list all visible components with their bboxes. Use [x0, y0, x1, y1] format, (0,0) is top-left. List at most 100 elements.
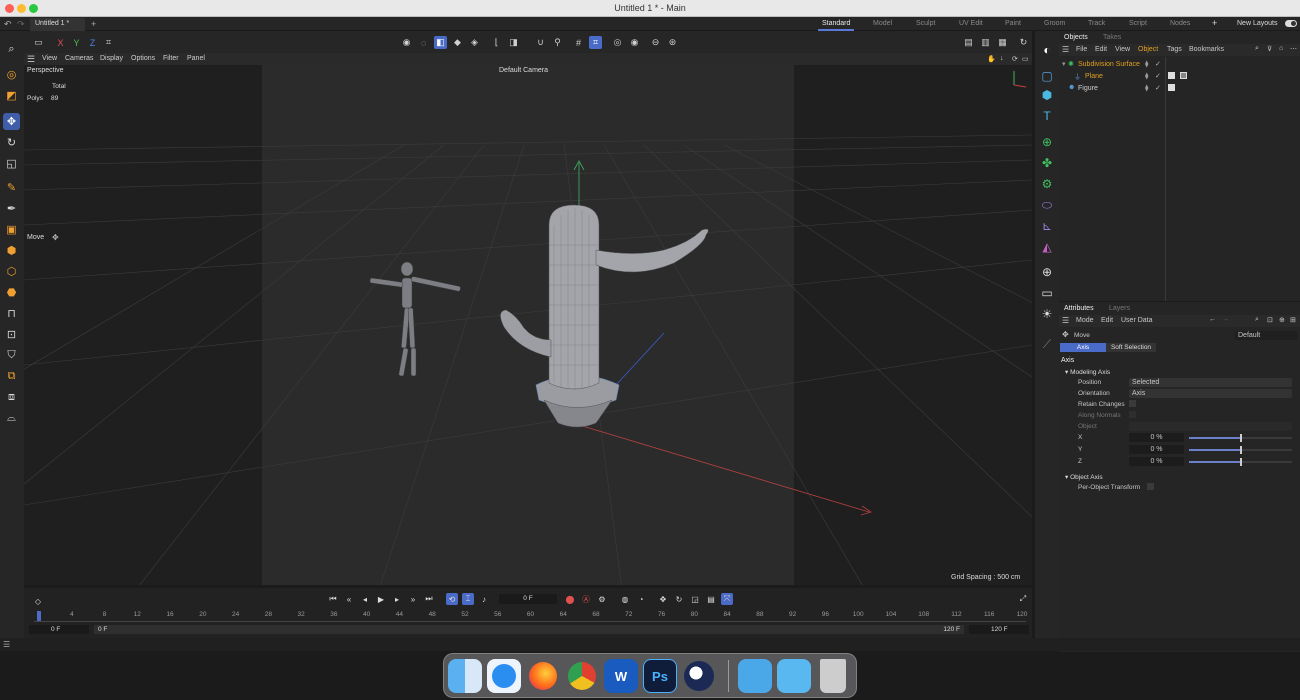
modeling-axis-group[interactable]: ▾ Modeling Axis	[1065, 368, 1110, 376]
bridge-icon[interactable]: ⊓	[3, 305, 20, 322]
layout-tab-script[interactable]: Script	[1129, 20, 1147, 27]
orbit-icon[interactable]: ⟳	[1012, 55, 1018, 63]
forward-arrow-icon[interactable]: →	[1222, 316, 1229, 323]
attributes-hamburger-icon[interactable]: ☰	[1062, 316, 1069, 325]
z-slider-handle[interactable]	[1240, 458, 1242, 466]
loop-icon[interactable]: ⟲	[446, 593, 458, 605]
keyframe-settings-icon[interactable]: ⚙	[596, 593, 608, 605]
z-slider[interactable]	[1189, 458, 1292, 466]
workplane-icon[interactable]: ◎	[611, 36, 624, 49]
enabled-check-icon[interactable]: ✓	[1155, 72, 1161, 80]
cube-icon[interactable]: ⬢	[3, 242, 20, 259]
sound-icon[interactable]: ♪	[478, 593, 490, 605]
grid-snap-icon[interactable]: #	[572, 36, 585, 49]
objects-search-icon[interactable]: ⌕	[1255, 45, 1259, 53]
document-tab[interactable]: Untitled 1 *	[30, 18, 85, 31]
attributes-new-icon[interactable]: ⊕	[1279, 316, 1285, 324]
chrome-icon[interactable]	[565, 659, 599, 693]
add-tab-button[interactable]: +	[91, 19, 96, 29]
position-dropdown[interactable]: Selected	[1129, 378, 1292, 387]
key-rotation-icon[interactable]: ◔	[635, 593, 647, 605]
object-name[interactable]: Plane	[1085, 73, 1103, 80]
camera-icon[interactable]: ▭	[1038, 284, 1056, 302]
menu-view[interactable]: View	[42, 55, 57, 62]
attributes-menu-user-data[interactable]: User Data	[1121, 317, 1153, 324]
tab-takes[interactable]: Takes	[1103, 34, 1121, 41]
gear-icon[interactable]: ⚙	[1038, 175, 1056, 193]
selection-tool-icon[interactable]: ◩	[3, 87, 20, 104]
iron-icon[interactable]: ⌓	[3, 410, 20, 427]
objects-menu-bookmarks[interactable]: Bookmarks	[1189, 46, 1224, 53]
y-value-field[interactable]: 0 %	[1129, 445, 1184, 454]
menu-options[interactable]: Options	[131, 55, 155, 62]
cube-primitive-icon[interactable]: ▢	[1038, 67, 1056, 85]
current-frame-field[interactable]: 0 F	[499, 594, 557, 604]
extrude-icon[interactable]: ⊡	[3, 326, 20, 343]
preset-dropdown[interactable]: Default	[1235, 331, 1297, 340]
phong-tag-icon[interactable]	[1168, 72, 1175, 79]
new-layouts-button[interactable]: New Layouts	[1237, 20, 1277, 27]
x-value-field[interactable]: 0 %	[1129, 433, 1184, 442]
tab-objects[interactable]: Objects	[1064, 34, 1088, 41]
play-icon[interactable]: ▶	[375, 593, 387, 605]
rotate-tool-icon[interactable]: ↻	[3, 134, 20, 151]
layout-tab-track[interactable]: Track	[1088, 20, 1105, 27]
range-slider[interactable]: 0 F 120 F	[94, 625, 964, 634]
objects-hamburger-icon[interactable]: ☰	[1062, 45, 1069, 54]
pen-icon[interactable]: ✒	[3, 200, 20, 217]
key-pla-icon[interactable]: ◲	[689, 593, 701, 605]
back-arrow-icon[interactable]: ←	[1209, 316, 1216, 323]
layout-tab-groom[interactable]: Groom	[1044, 20, 1065, 27]
viewport-layout-icon[interactable]: ▭	[32, 36, 45, 49]
objects-home-icon[interactable]: ⌂	[1279, 45, 1283, 52]
live-select-icon[interactable]: ◐	[1038, 41, 1056, 59]
brush-icon[interactable]: ✎	[3, 179, 20, 196]
visibility-icon[interactable]: ⧫	[1145, 84, 1148, 92]
go-to-end-icon[interactable]: ⏭	[423, 593, 435, 605]
layout-tab-standard[interactable]: Standard	[822, 20, 850, 27]
attributes-menu-mode[interactable]: Mode	[1076, 317, 1094, 324]
edges-mode-icon[interactable]: ◧	[434, 36, 447, 49]
menu-cameras[interactable]: Cameras	[65, 55, 93, 62]
layout-toggle[interactable]	[1285, 20, 1297, 27]
next-frame-icon[interactable]: ▸	[391, 593, 403, 605]
generator-icon[interactable]: ⊕	[1038, 133, 1056, 151]
layout-tab-nodes[interactable]: Nodes	[1170, 20, 1190, 27]
keyframe-icon[interactable]: ◇	[32, 595, 44, 607]
objects-more-icon[interactable]: ⋯	[1290, 45, 1297, 53]
lock-workplane-icon[interactable]: ◉	[628, 36, 641, 49]
folder-icon[interactable]	[777, 659, 811, 693]
per-object-checkbox[interactable]	[1147, 483, 1154, 490]
snap-icon[interactable]: ⌗	[589, 36, 602, 49]
y-slider-handle[interactable]	[1240, 446, 1242, 454]
object-name[interactable]: Figure	[1078, 85, 1098, 92]
deformer-icon[interactable]: ⬭	[1038, 196, 1056, 214]
render-picture-icon[interactable]: ▥	[979, 36, 992, 49]
object-row-subdivision[interactable]: ▾ ✺ Subdivision Surface ⧫ ✓	[1059, 59, 1300, 70]
objects-menu-file[interactable]: File	[1076, 46, 1087, 53]
dolly-icon[interactable]: ↓	[1000, 55, 1004, 62]
magnet-icon[interactable]: ∪	[534, 36, 547, 49]
bend-icon[interactable]: ⊾	[1038, 217, 1056, 235]
texture-icon[interactable]: ⧉	[3, 368, 20, 385]
range-start-field[interactable]: 0 F	[29, 625, 89, 634]
x-slider[interactable]	[1189, 434, 1292, 442]
box-icon[interactable]: ⬢	[1038, 86, 1056, 104]
enabled-check-icon[interactable]: ✓	[1155, 84, 1161, 92]
environment-icon[interactable]: ⊕	[1038, 263, 1056, 281]
photoshop-icon[interactable]: Ps	[643, 659, 677, 693]
clapper-icon[interactable]: ▤	[962, 36, 975, 49]
layout-tab-model[interactable]: Model	[873, 20, 892, 27]
solo-mode-icon[interactable]: ◨	[507, 36, 520, 49]
object-axis-group[interactable]: ▾ Object Axis	[1065, 473, 1103, 481]
firefox-icon[interactable]	[526, 659, 560, 693]
menu-display[interactable]: Display	[100, 55, 123, 62]
objects-menu-tags[interactable]: Tags	[1167, 46, 1182, 53]
points-mode-icon[interactable]: ◌	[417, 36, 430, 49]
uv-mode-icon[interactable]: ◈	[468, 36, 481, 49]
key-param-icon[interactable]: ↻	[673, 593, 685, 605]
playhead[interactable]	[37, 611, 41, 621]
view-name[interactable]: Perspective	[27, 67, 64, 74]
refresh-icon[interactable]: ↻	[1017, 36, 1030, 49]
motion-icon[interactable]: ⤧	[721, 593, 733, 605]
